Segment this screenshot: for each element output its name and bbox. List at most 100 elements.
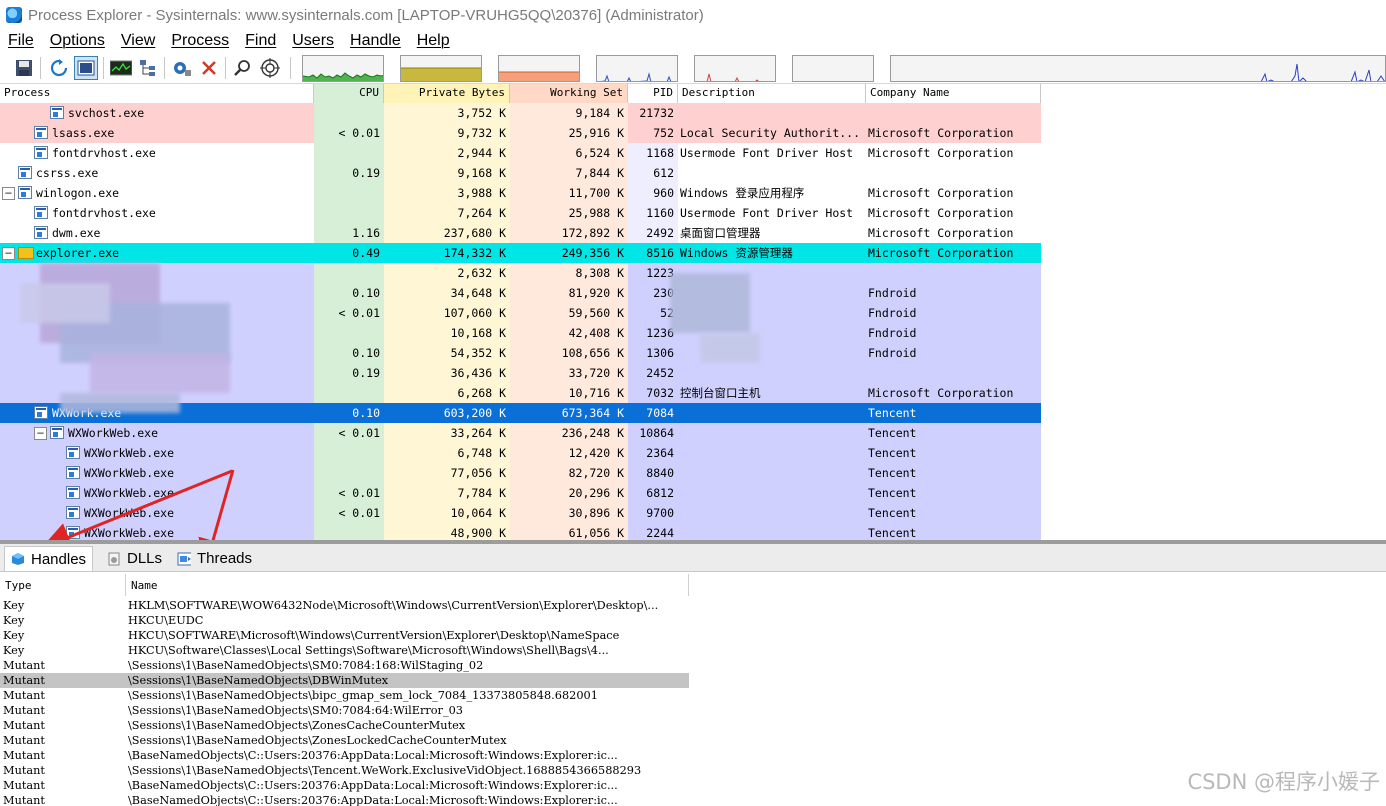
show-lower-pane-button[interactable] <box>74 56 98 80</box>
process-pid: 1160 <box>646 206 674 220</box>
menu-handle[interactable]: Handle <box>350 32 401 50</box>
find-button[interactable] <box>231 56 255 80</box>
handle-row[interactable]: Mutant \Sessions\1\BaseNamedObjects\Zones… <box>0 718 689 733</box>
process-company: Microsoft Corporation <box>868 386 1014 400</box>
commit-graph[interactable] <box>400 55 482 82</box>
process-row[interactable]: lsass.exe < 0.01 9,732 K 25,916 K 752 Local S… <box>0 123 1041 143</box>
process-row[interactable]: WXWorkWeb.exe < 0.01 7,784 K 20,296 K 6812 Te… <box>0 483 1041 503</box>
handle-row[interactable]: Mutant \Sessions\1\BaseNamedObjects\bipc_… <box>0 688 689 703</box>
process-row[interactable]: − winlogon.exe 3,988 K 11,700 K 960 Windows 登… <box>0 183 1041 203</box>
process-row[interactable]: dwm.exe 1.16 237,680 K 172,892 K 2492 桌面窗口管理器… <box>0 223 1041 243</box>
handle-row[interactable]: Mutant \BaseNamedObjects\C::Users:20376:A… <box>0 748 689 763</box>
handle-row[interactable]: Mutant \Sessions\1\BaseNamedObjects\SM0:7… <box>0 658 689 673</box>
column-header-cpu[interactable]: CPU <box>314 84 384 103</box>
process-cpu <box>314 323 384 343</box>
process-description <box>680 483 864 503</box>
process-icon <box>66 466 80 479</box>
process-pid: 2452 <box>646 366 674 380</box>
refresh-icon <box>50 59 68 77</box>
cube-icon <box>12 553 24 565</box>
network-graph[interactable] <box>694 55 776 82</box>
menu-process[interactable]: Process <box>171 32 229 50</box>
column-header-description[interactable]: Description <box>678 84 866 103</box>
process-name: WXWorkWeb.exe <box>84 506 175 520</box>
handle-type: Key <box>3 644 25 657</box>
process-row[interactable]: WXWorkWeb.exe 48,900 K 61,056 K 2244 Tencent <box>0 523 1041 541</box>
process-row[interactable]: WXWorkWeb.exe 77,056 K 82,720 K 8840 Tencent <box>0 463 1041 483</box>
handle-row[interactable]: Mutant \Sessions\1\BaseNamedObjects\SM0:7… <box>0 703 689 718</box>
process-description: Local Security Authorit... <box>680 126 861 140</box>
process-working-set: 81,920 K <box>568 286 624 300</box>
io-graph[interactable] <box>596 55 678 82</box>
process-row[interactable]: svchost.exe 3,752 K 9,184 K 21732 <box>0 103 1041 123</box>
kill-process-button[interactable] <box>197 56 221 80</box>
handle-row[interactable]: Key HKLM\SOFTWARE\WOW6432Node\Microsoft\W… <box>0 598 689 613</box>
tree-expander[interactable]: − <box>2 187 15 200</box>
handle-row[interactable]: Key HKCU\EUDC <box>0 613 689 628</box>
process-cpu <box>314 463 384 483</box>
process-description: 控制台窗口主机 <box>680 386 761 400</box>
process-row[interactable]: csrss.exe 0.19 9,168 K 7,844 K 612 <box>0 163 1041 183</box>
process-cpu <box>314 203 384 223</box>
menu-help[interactable]: Help <box>417 32 450 50</box>
column-header-private-bytes[interactable]: Private Bytes <box>384 84 510 103</box>
handle-row[interactable]: Mutant \Sessions\1\BaseNamedObjects\Zones… <box>0 733 689 748</box>
gpu-graph[interactable] <box>890 55 1386 82</box>
process-description: Windows 资源管理器 <box>680 246 793 260</box>
column-header-type[interactable]: Type <box>0 574 126 596</box>
properties-button[interactable] <box>170 56 194 80</box>
handle-row[interactable]: Mutant \BaseNamedObjects\C::Users:20376:A… <box>0 793 689 806</box>
handle-name: \Sessions\1\BaseNamedObjects\Tencent.WeW… <box>128 764 642 777</box>
process-cpu: 0.19 <box>352 166 380 180</box>
menu-options[interactable]: Options <box>50 32 105 50</box>
handle-row[interactable]: Mutant \BaseNamedObjects\C::Users:20376:A… <box>0 778 689 793</box>
physical-memory-graph[interactable] <box>498 55 580 82</box>
handle-row[interactable]: Key HKCU\SOFTWARE\Microsoft\Windows\Curre… <box>0 628 689 643</box>
handle-row[interactable]: Mutant \Sessions\1\BaseNamedObjects\DBWin… <box>0 673 689 688</box>
handle-name: \Sessions\1\BaseNamedObjects\ZonesCacheC… <box>128 719 466 732</box>
cpu-graph[interactable] <box>302 55 384 82</box>
target-button[interactable] <box>258 56 282 80</box>
handle-row[interactable]: Key HKCU\Software\Classes\Local Settings\… <box>0 643 689 658</box>
column-header-name[interactable]: Name <box>126 574 689 596</box>
column-header-company[interactable]: Company Name <box>866 84 1041 103</box>
process-tree-button[interactable] <box>136 56 160 80</box>
process-name: winlogon.exe <box>36 186 120 200</box>
process-private-bytes: 48,900 K <box>450 526 506 540</box>
process-row[interactable]: − explorer.exe 0.49 174,332 K 249,356 K 8516 W… <box>0 243 1041 263</box>
process-explorer-app-icon <box>6 7 22 23</box>
process-row[interactable]: fontdrvhost.exe 7,264 K 25,988 K 1160 Usermo… <box>0 203 1041 223</box>
menu-users[interactable]: Users <box>292 32 334 50</box>
column-header-pid[interactable]: PID <box>628 84 678 103</box>
process-company: Microsoft Corporation <box>868 246 1014 260</box>
process-private-bytes: 174,332 K <box>443 246 506 260</box>
system-info-button[interactable] <box>109 56 133 80</box>
handles-list-header: Type Name <box>0 574 1386 596</box>
column-header-working-set[interactable]: Working Set <box>510 84 628 103</box>
dll-icon <box>108 552 120 565</box>
tab-handles[interactable]: Handles <box>4 546 94 571</box>
process-row[interactable]: WXWorkWeb.exe < 0.01 10,064 K 30,896 K 9700 T… <box>0 503 1041 523</box>
menu-bar: File Options View Process Find Users Han… <box>0 30 1386 52</box>
handle-type: Mutant <box>3 794 45 806</box>
toolbar-separator <box>164 57 165 79</box>
save-button[interactable] <box>12 56 36 80</box>
menu-file[interactable]: File <box>8 32 34 50</box>
tab-threads[interactable]: Threads <box>171 546 258 571</box>
handle-row[interactable]: Mutant \Sessions\1\BaseNamedObjects\Tence… <box>0 763 689 778</box>
process-row[interactable]: WXWorkWeb.exe 6,748 K 12,420 K 2364 Tencent <box>0 443 1041 463</box>
process-row[interactable]: fontdrvhost.exe 2,944 K 6,524 K 1168 Usermod… <box>0 143 1041 163</box>
refresh-button[interactable] <box>47 56 71 80</box>
disk-graph[interactable] <box>792 55 874 82</box>
process-pid: 10864 <box>639 426 674 440</box>
menu-view[interactable]: View <box>121 32 155 50</box>
process-pid: 1306 <box>646 346 674 360</box>
tree-expander[interactable]: − <box>34 427 47 440</box>
menu-find[interactable]: Find <box>245 32 276 50</box>
process-row[interactable]: − WXWorkWeb.exe < 0.01 33,264 K 236,248 K 108… <box>0 423 1041 443</box>
column-header-process[interactable]: Process <box>0 84 314 103</box>
process-description <box>680 403 864 423</box>
process-icon <box>66 446 80 459</box>
tab-dlls[interactable]: DLLs <box>101 546 168 571</box>
tree-expander[interactable]: − <box>2 247 15 260</box>
